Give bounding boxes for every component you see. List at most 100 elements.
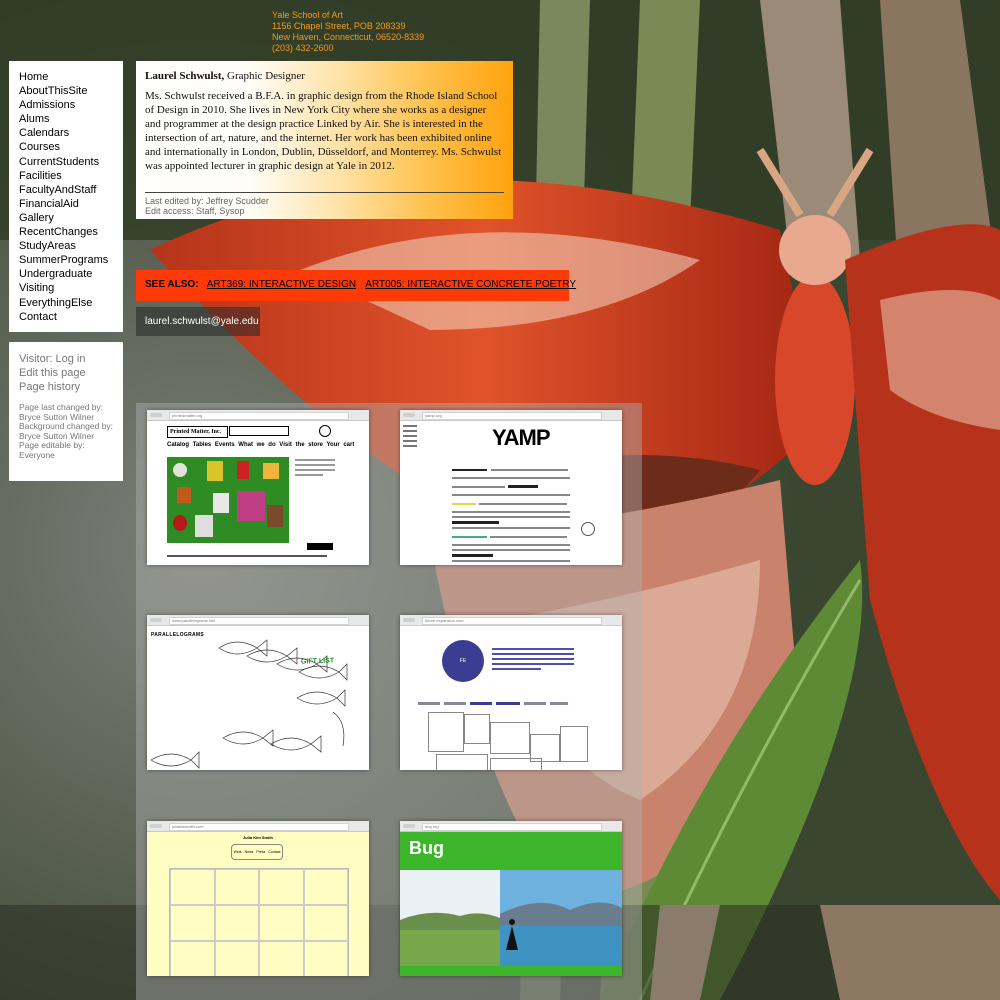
email-address[interactable]: laurel.schwulst@yale.edu: [136, 307, 260, 336]
jks-menu-item: News: [244, 850, 254, 854]
yamp-body-text: [452, 465, 570, 565]
pm-menu-item: Tables: [192, 442, 212, 448]
thumb-content: Julia Kim Smith Work News Press Contact: [147, 832, 369, 976]
thumb-parallelograms[interactable]: www.parallelograms.info PARALLELOGRAMS G…: [147, 615, 369, 770]
nav-faculty-and-staff[interactable]: FacultyAndStaff: [9, 183, 123, 197]
nav-about-this-site[interactable]: AboutThisSite: [9, 84, 123, 98]
fe-project-box: [436, 754, 488, 770]
last-edited: Last edited by: Jeffrey Scudder: [145, 196, 269, 206]
thumb-content: PARALLELOGRAMS GIFT LIST: [147, 626, 369, 770]
thumb-bug[interactable]: bug.org Bug: [400, 821, 622, 976]
address-bar: www.parallelograms.info: [169, 617, 349, 625]
browser-chrome: future-expansion.com: [400, 615, 622, 626]
thumb-content: Bug: [400, 832, 622, 976]
nav-summer-programs[interactable]: SummerPrograms: [9, 253, 123, 267]
fe-logo-circle: FE: [442, 640, 484, 682]
clock-icon: [319, 425, 331, 437]
yamp-title: YAMP: [492, 425, 551, 450]
nav-study-areas[interactable]: StudyAreas: [9, 239, 123, 253]
pm-menu-item: Events: [214, 442, 235, 448]
nav-undergraduate[interactable]: Undergraduate: [9, 267, 123, 281]
pm-gift-collage: [167, 457, 289, 543]
thumb-yamp[interactable]: yamp.org YAMP: [400, 410, 622, 565]
thumb-content: YAMP: [400, 421, 622, 565]
edit-page-link[interactable]: Edit this page: [19, 366, 123, 380]
bio-role: Graphic Designer: [224, 70, 305, 82]
pm-menu-item: Catalog: [167, 442, 190, 448]
address-bar: bug.org: [422, 823, 602, 831]
fe-project-box: [490, 758, 542, 770]
see-also-bar: SEE ALSO: ART369: INTERACTIVE DESIGN ART…: [136, 270, 576, 301]
bio-divider: [145, 192, 504, 193]
pm-menu-item: What we do: [238, 442, 276, 448]
fish-drawings: [150, 639, 348, 769]
login-link[interactable]: Visitor: Log in: [19, 352, 123, 366]
thumb-future-expansion[interactable]: future-expansion.com FE: [400, 615, 622, 770]
pm-side-text: [295, 459, 335, 499]
nav-current-students[interactable]: CurrentStudents: [9, 155, 123, 169]
pm-menu: Catalog Tables Events What we do Visit t…: [167, 442, 354, 448]
pm-button: [307, 543, 333, 550]
pm-search-box: [229, 426, 289, 436]
nav-calendars[interactable]: Calendars: [9, 126, 123, 140]
nav-facilities[interactable]: Facilities: [9, 169, 123, 183]
jks-menu-item: Contact: [268, 850, 281, 854]
thumb-printed-matter[interactable]: printedmatter.org Printed Matter, Inc. C…: [147, 410, 369, 565]
thumb-content: FE: [400, 626, 622, 770]
nav-contact[interactable]: Contact: [9, 310, 123, 324]
nav-recent-changes[interactable]: RecentChanges: [9, 225, 123, 239]
bio-name: Laurel Schwulst,: [145, 70, 225, 82]
address-name: Yale School of Art: [272, 10, 343, 20]
browser-chrome: printedmatter.org: [147, 410, 369, 421]
nav-gallery[interactable]: Gallery: [9, 211, 123, 225]
page-history-link[interactable]: Page history: [19, 380, 123, 394]
fe-intro-text: [492, 648, 574, 670]
jks-menu-item: Press: [256, 850, 266, 854]
jks-menu-item: Work: [233, 850, 242, 854]
bio-card: Laurel Schwulst, Graphic Designer Ms. Sc…: [136, 61, 513, 219]
see-also-link-art369[interactable]: ART369: INTERACTIVE DESIGN: [207, 279, 356, 290]
nav-alums[interactable]: Alums: [9, 112, 123, 126]
address-street: 1156 Chapel Street, POB 208339: [272, 21, 406, 31]
page-editable-by: Everyone: [19, 449, 55, 460]
jks-title: Julia Kim Smith: [242, 835, 273, 840]
page-meta-panel: Visitor: Log in Edit this page Page hist…: [9, 342, 123, 481]
project-gallery: printedmatter.org Printed Matter, Inc. C…: [136, 403, 642, 1000]
bio-heading: Laurel Schwulst, Graphic Designer: [145, 70, 504, 82]
pm-menu-item: Your cart: [326, 442, 355, 448]
fe-project-box: [490, 722, 530, 754]
jks-project-grid: [169, 868, 349, 976]
pm-menu-item: Visit the store: [279, 442, 323, 448]
nav-visiting[interactable]: Visiting: [9, 281, 123, 295]
jks-menu: Work News Press Contact: [231, 844, 283, 860]
browser-chrome: www.parallelograms.info: [147, 615, 369, 626]
nav-everything-else[interactable]: EverythingElse: [9, 296, 123, 310]
fe-project-box: [464, 714, 490, 744]
thumb-content: Printed Matter, Inc. Catalog Tables Even…: [147, 421, 369, 565]
nav-courses[interactable]: Courses: [9, 140, 123, 154]
fe-project-box: [560, 726, 588, 762]
thumb-julia-kim-smith[interactable]: juliakimsmith.com Julia Kim Smith Work N…: [147, 821, 369, 976]
fe-project-box: [428, 712, 464, 752]
pm-footer: [167, 555, 327, 557]
address-phone: (203) 432-2600: [272, 43, 334, 53]
bug-landscape-photo: [400, 870, 622, 966]
pm-logo: Printed Matter, Inc.: [167, 426, 228, 438]
address-bar: printedmatter.org: [169, 412, 349, 420]
bug-title: Bug: [409, 838, 444, 858]
fe-filter-bar: [418, 696, 598, 705]
address-bar: yamp.org: [422, 412, 602, 420]
browser-chrome: yamp.org: [400, 410, 622, 421]
nav-home[interactable]: Home: [9, 70, 123, 84]
main-nav: Home AboutThisSite Admissions Alums Cale…: [9, 61, 123, 332]
bio-text: Ms. Schwulst received a B.F.A. in graphi…: [145, 90, 502, 172]
yamp-sidebar: [403, 425, 417, 447]
address-city: New Haven, Connecticut, 06520-8339: [272, 32, 425, 42]
play-button-icon: [581, 522, 595, 536]
address-bar: future-expansion.com: [422, 617, 602, 625]
address-bar: juliakimsmith.com: [169, 823, 349, 831]
see-also-link-art005[interactable]: ART005: INTERACTIVE CONCRETE POETRY: [365, 279, 576, 290]
nav-financial-aid[interactable]: FinancialAid: [9, 197, 123, 211]
nav-admissions[interactable]: Admissions: [9, 98, 123, 112]
edit-access: Edit access: Staff, Sysop: [145, 206, 245, 216]
